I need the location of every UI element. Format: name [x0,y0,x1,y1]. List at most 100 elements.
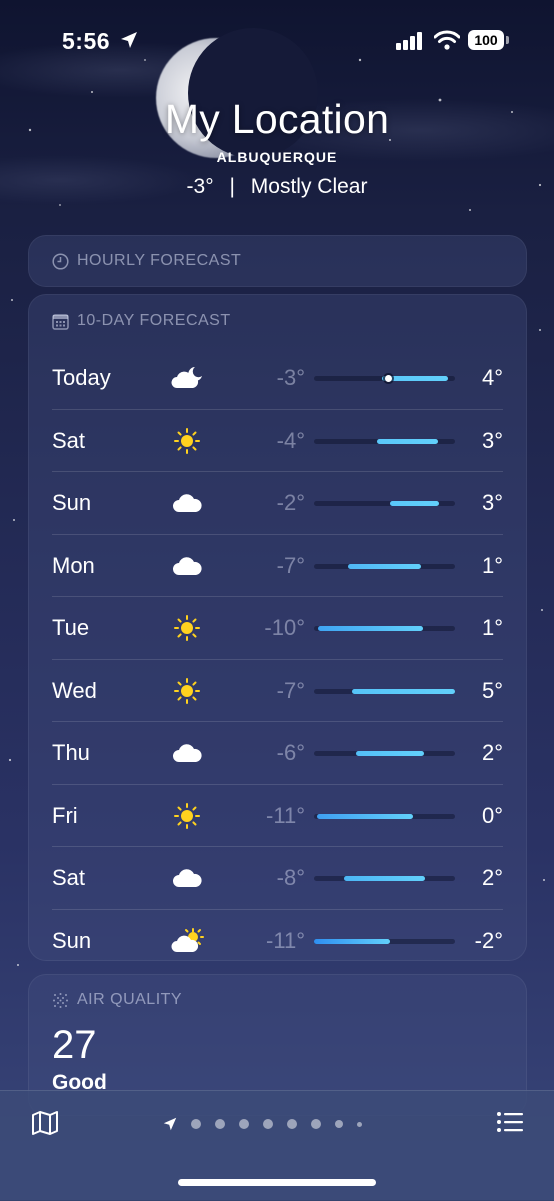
current-temp: -3° [186,175,214,198]
forecast-day: Thu [52,740,90,765]
forecast-rows: Today -3° 4° Sat -4° 3° Sun -2° 3° Mon -7° 1° Tue -10… [29,347,526,971]
page-dot[interactable] [335,1120,343,1128]
forecast-low: -2° [276,490,305,515]
cloud-icon [170,489,204,517]
forecast-low: -11° [266,802,305,828]
partly-sunny-icon [170,927,204,955]
temperature-range-bar [314,626,455,631]
battery-indicator: 100 [468,30,504,50]
page-dot[interactable] [215,1119,225,1129]
forecast-high: 1° [481,615,503,640]
temperature-range-bar [314,751,455,756]
forecast-day: Sat [52,865,86,890]
forecast-high: 4° [481,365,503,390]
forecast-low: -6° [276,740,305,765]
forecast-high: 5° [481,677,503,703]
temperature-range-bar [314,938,455,944]
forecast-day: Today [52,365,111,390]
bottom-toolbar [0,1090,554,1201]
status-bar: 5:56 100 [0,0,554,80]
map-icon[interactable] [31,1111,59,1135]
current-summary: -3° | Mostly Clear [0,175,554,199]
forecast-row[interactable]: Fri -11° 0° [52,783,503,847]
current-condition: Mostly Clear [250,175,368,198]
city-name: ALBUQUERQUE [216,149,338,165]
cellular-signal-icon [396,32,422,50]
page-dot[interactable] [263,1119,273,1129]
temperature-range-fill [390,501,440,506]
temperature-range-fill [314,938,391,944]
forecast-low: -10° [264,615,305,640]
forecast-low: -4° [276,427,305,453]
temperature-range-fill [347,563,422,569]
temperature-range-fill [318,626,423,631]
cloud-icon [170,739,204,767]
forecast-row[interactable]: Wed -7° 5° [52,658,503,722]
temperature-range-fill [377,438,439,444]
forecast-row[interactable]: Sat -4° 3° [52,408,503,472]
ten-day-forecast-label: 10-DAY FORECAST [77,312,231,329]
forecast-low: -7° [276,552,305,578]
air-quality-header: AIR QUALITY [29,975,526,1025]
forecast-row[interactable]: Thu -6° 2° [52,721,503,784]
hourly-forecast-label: HOURLY FORECAST [77,252,242,269]
list-icon[interactable] [496,1111,524,1133]
cloud-icon [170,864,204,892]
forecast-row[interactable]: Mon -7° 1° [52,533,503,597]
battery-tip [506,36,509,44]
forecast-row[interactable]: Today -3° 4° [52,347,503,409]
temperature-range-bar [314,813,455,819]
summary-separator: | [229,175,235,198]
temperature-range-fill [343,876,426,881]
page-dot[interactable] [239,1119,249,1129]
forecast-day: Sun [52,927,92,953]
forecast-low: -7° [276,677,305,703]
page-indicator[interactable] [163,1117,362,1131]
forecast-high: 3° [481,427,503,453]
forecast-low: -3° [276,365,305,390]
sun-icon [170,802,204,830]
air-quality-label: AIR QUALITY [77,991,183,1008]
forecast-day: Tue [52,615,90,640]
current-location-page-icon[interactable] [163,1117,177,1131]
forecast-row[interactable]: Tue -10° 1° [52,596,503,659]
forecast-high: 2° [481,865,503,890]
page-dot[interactable] [191,1119,201,1129]
status-time: 5:56 [62,28,111,54]
forecast-day: Mon [52,552,95,578]
sun-icon [170,427,204,455]
aqi-value: 27 [52,1023,97,1067]
page-title: My Location [164,96,390,142]
page-dot[interactable] [311,1119,321,1129]
forecast-row[interactable]: Sat -8° 2° [52,846,503,909]
temperature-range-fill [352,688,455,694]
forecast-low: -8° [276,865,305,890]
ten-day-forecast-card[interactable]: 10-DAY FORECAST Today -3° 4° Sat -4° 3° Sun -2°… [28,294,527,961]
sun-icon [170,677,204,705]
location-arrow-icon [121,32,137,48]
page-dot[interactable] [287,1119,297,1129]
forecast-day: Fri [52,802,78,828]
hourly-forecast-card[interactable]: HOURLY FORECAST [28,235,527,287]
temperature-range-bar [314,876,455,881]
temperature-range-bar [314,563,455,569]
forecast-row[interactable]: Sun -11° -2° [52,908,503,972]
wifi-icon [434,30,460,50]
temperature-range-bar [314,688,455,694]
clock-icon [52,252,69,270]
sun-icon [170,614,204,642]
page-dot[interactable] [357,1121,362,1127]
forecast-row[interactable]: Sun -2° 3° [52,471,503,534]
forecast-high: 3° [481,490,503,515]
forecast-day: Wed [52,677,97,703]
forecast-high: 0° [481,802,503,828]
calendar-icon [52,313,69,330]
temperature-range-bar [314,375,455,382]
forecast-day: Sat [52,427,86,453]
forecast-day: Sun [52,490,92,515]
home-indicator[interactable] [178,1179,376,1186]
ten-day-forecast-header: 10-DAY FORECAST [29,295,526,347]
cloud-icon [170,552,204,580]
partly-cloudy-night-icon [170,364,204,392]
temperature-range-bar [314,438,455,444]
